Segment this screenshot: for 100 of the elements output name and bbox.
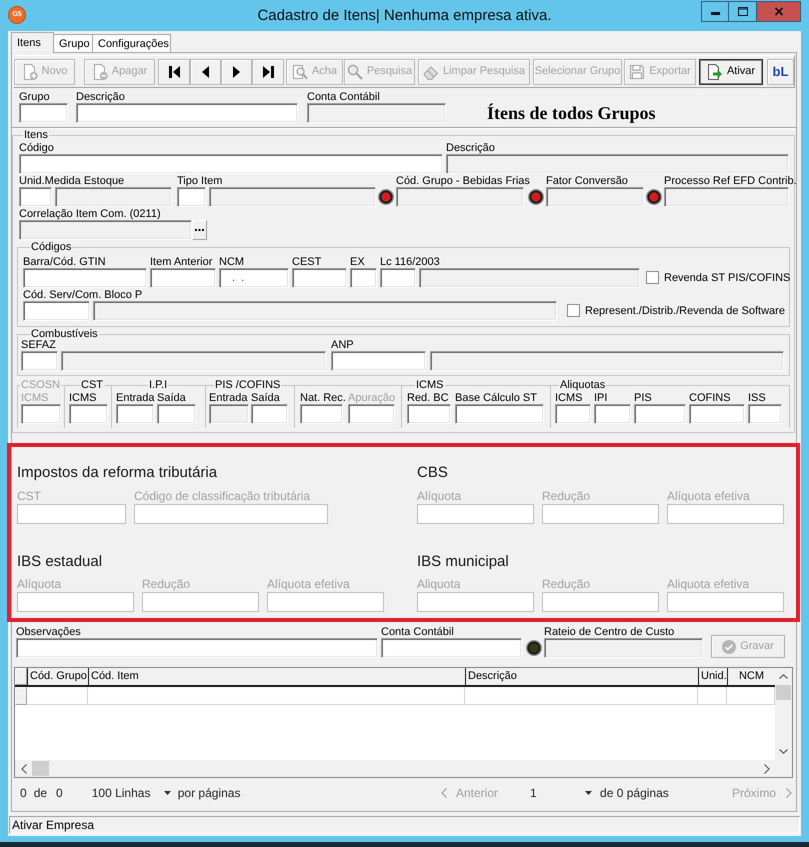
field-label: Processo Ref EFD Contrib. [664, 175, 797, 187]
text-field[interactable] [19, 103, 68, 123]
text-field[interactable] [667, 592, 784, 612]
text-field[interactable] [407, 404, 451, 424]
text-field[interactable]: . . [219, 268, 289, 288]
field-label: Grupo [19, 91, 50, 103]
column-header[interactable]: Cód. Grupo [27, 668, 88, 685]
tab[interactable]: Grupo [53, 34, 93, 52]
next-record-button[interactable] [221, 58, 252, 84]
text-field[interactable] [116, 404, 154, 424]
text-field[interactable] [292, 268, 347, 288]
group-title: I.P.I [148, 379, 168, 392]
text-field[interactable] [331, 351, 426, 371]
field-label: Red. BC [407, 392, 449, 404]
text-field[interactable] [748, 404, 782, 424]
field-label: Base Cálculo ST [455, 392, 537, 404]
field-label: Correlação Item Com. (0211) [19, 208, 161, 220]
section-heading: IBS estadual [17, 552, 104, 572]
triangle-right-icon [233, 66, 240, 78]
text-field[interactable] [17, 592, 134, 612]
horizontal-scrollbar[interactable] [15, 760, 775, 777]
text-field[interactable] [150, 268, 216, 288]
field-label: Código [19, 142, 54, 154]
text-field[interactable] [348, 404, 395, 424]
tab[interactable]: Itens [11, 32, 54, 53]
field-label: Aliquota [417, 577, 462, 591]
field-label: ANP [331, 339, 354, 351]
group-title: Códigos [30, 241, 72, 254]
text-field[interactable] [134, 504, 328, 524]
status-text: Ativar Empresa [12, 817, 94, 834]
record-total: 0 [56, 785, 63, 802]
field-label: Cód. Grupo - Bebidas Frias [396, 175, 530, 187]
text-field[interactable] [689, 404, 745, 424]
field-label: Alíquota efetiva [667, 489, 751, 503]
text-field[interactable] [594, 404, 631, 424]
text-field[interactable] [17, 504, 126, 524]
text-field[interactable] [251, 404, 288, 424]
text-field[interactable] [300, 404, 343, 424]
minimize-button[interactable] [701, 1, 729, 22]
field-label: Entrada [209, 392, 248, 404]
text-field[interactable] [267, 592, 384, 612]
text-field[interactable] [16, 638, 378, 658]
checkbox[interactable] [567, 304, 580, 317]
search-icon [346, 64, 363, 80]
scrollbar-thumb[interactable] [32, 761, 49, 776]
field-label: Alíquota efetiva [267, 577, 351, 591]
group-title: Itens [23, 129, 49, 142]
text-field[interactable] [667, 504, 784, 524]
text-field[interactable] [19, 154, 443, 174]
logo-button[interactable]: bL [767, 58, 794, 84]
field-label: Barra/Cód. GTIN [23, 256, 106, 268]
column-header[interactable]: Descrição [465, 668, 698, 685]
field-label: IPI [594, 392, 608, 404]
text-field[interactable] [634, 404, 686, 424]
field-label: Nat. Rec. [300, 392, 346, 404]
text-field[interactable] [177, 187, 206, 207]
page-select[interactable]: 1 [530, 784, 592, 802]
scrollbar-thumb[interactable] [776, 685, 791, 700]
text-field[interactable] [555, 404, 591, 424]
activate-button[interactable]: Ativar [699, 58, 763, 84]
column-header[interactable]: Unid. [698, 668, 727, 685]
column-header[interactable]: Cód. Item [88, 668, 465, 685]
text-field[interactable] [455, 404, 544, 424]
field-label: Conta Contábil [381, 626, 454, 638]
text-field[interactable] [542, 504, 659, 524]
text-field[interactable] [21, 351, 58, 371]
field-label: Fator Conversão [546, 175, 628, 187]
vertical-scrollbar[interactable] [775, 668, 792, 760]
section-heading: IBS municipal [417, 552, 510, 572]
tab[interactable]: Configurações [92, 34, 171, 52]
text-field[interactable] [417, 592, 534, 612]
text-field[interactable] [381, 638, 522, 658]
text-field[interactable] [69, 404, 108, 424]
previous-record-button[interactable] [190, 58, 221, 84]
maximize-button[interactable] [728, 1, 757, 22]
first-record-button[interactable] [158, 58, 190, 84]
field-label: CEST [292, 256, 322, 268]
text-field[interactable] [23, 301, 90, 321]
field-label: Observações [16, 626, 81, 638]
text-field[interactable] [23, 268, 147, 288]
browse-button[interactable] [192, 220, 207, 240]
text-field[interactable] [76, 103, 298, 123]
text-field[interactable] [542, 592, 659, 612]
text-field[interactable] [350, 268, 377, 288]
close-button[interactable] [756, 1, 801, 22]
checkbox[interactable] [646, 271, 659, 284]
field-label: EX [350, 256, 365, 268]
text-field[interactable] [21, 404, 61, 424]
text-field[interactable] [380, 268, 416, 288]
skip-to-start-icon [168, 66, 180, 78]
text-field[interactable] [417, 504, 534, 524]
field-label: Código de classificação tributária [134, 489, 312, 503]
text-field[interactable] [157, 404, 196, 424]
field-label: ICMS [21, 392, 48, 404]
caret-down-icon [585, 791, 592, 795]
text-field[interactable] [19, 187, 52, 207]
page-size-select[interactable]: 100 Linhas [92, 784, 171, 802]
group-title: CST [80, 379, 104, 392]
text-field[interactable] [142, 592, 259, 612]
last-record-button[interactable] [252, 58, 284, 84]
